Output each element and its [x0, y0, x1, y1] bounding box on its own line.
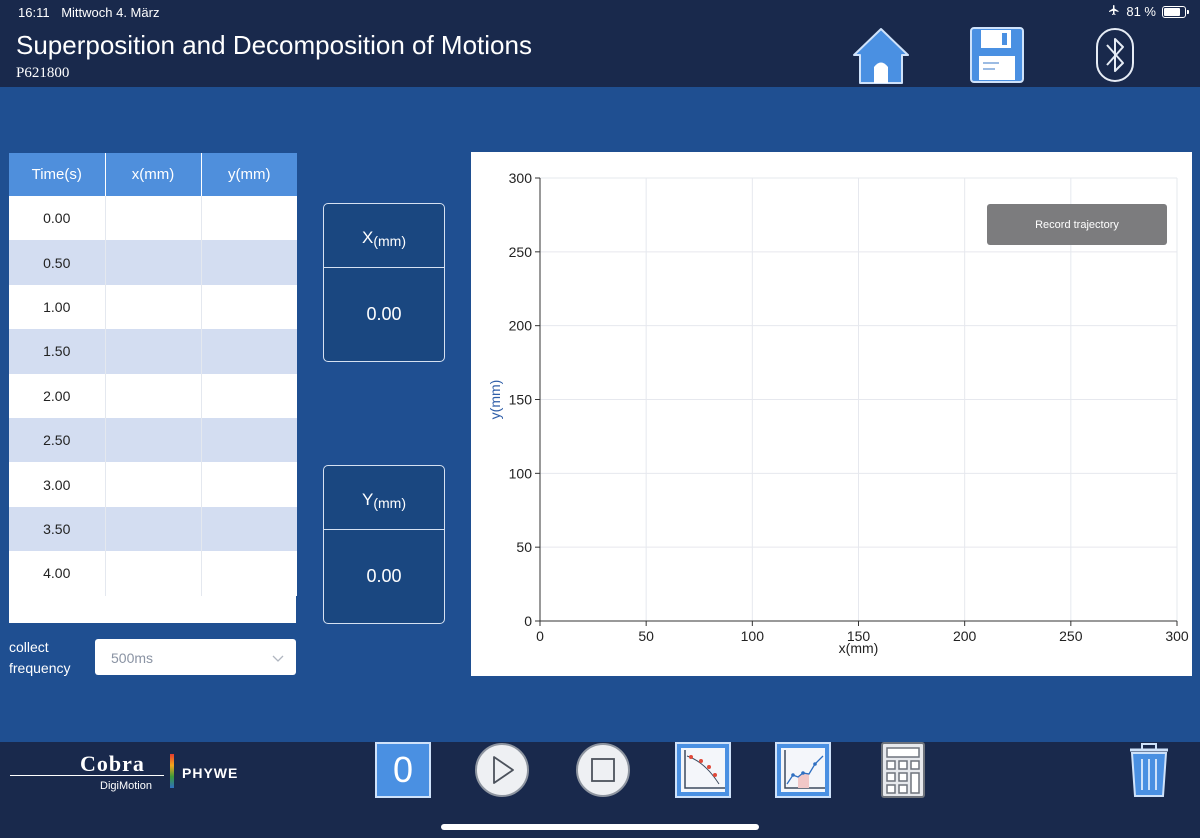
time-cell: 1.00 — [9, 284, 106, 330]
frequency-select[interactable]: 500ms — [95, 639, 296, 675]
play-icon — [475, 743, 529, 797]
y-cell — [201, 329, 297, 374]
y-cell — [201, 373, 297, 418]
x-cell — [105, 373, 202, 418]
calculator-icon — [881, 742, 925, 798]
x-value-label: X(mm) — [324, 204, 444, 268]
x-cell — [105, 462, 202, 507]
x-tick-label: 100 — [741, 628, 765, 644]
y-tick-label: 150 — [509, 392, 533, 408]
chevron-down-icon — [272, 650, 284, 666]
column-header-y: y(mm) — [201, 153, 297, 196]
area-graph-button[interactable] — [775, 742, 831, 798]
record-trajectory-button[interactable]: Record trajectory — [987, 204, 1167, 245]
table-row: 0.00 — [9, 196, 297, 241]
bluetooth-icon[interactable] — [1093, 24, 1137, 86]
x-cell — [105, 417, 202, 463]
y-tick-label: 0 — [524, 613, 532, 629]
play-button[interactable] — [474, 742, 530, 798]
area-graph-icon — [775, 742, 831, 798]
x-tick-label: 300 — [1165, 628, 1189, 644]
y-value-box: Y(mm) 0.00 — [323, 465, 445, 624]
x-value-box: X(mm) 0.00 — [323, 203, 445, 362]
time-cell: 0.50 — [9, 240, 106, 285]
home-icon[interactable] — [851, 24, 911, 86]
experiment-id: P621800 — [16, 65, 70, 81]
y-tick-label: 250 — [509, 244, 533, 260]
table-row: 2.00 — [9, 373, 297, 418]
y-tick-label: 200 — [509, 318, 533, 334]
stop-button[interactable] — [575, 742, 631, 798]
x-tick-label: 0 — [536, 628, 544, 644]
zero-button[interactable]: 0 — [375, 742, 431, 798]
measurement-table: Time(s) x(mm) y(mm) 0.00 0.50 1.00 1.50 2.00… — [9, 153, 297, 623]
stop-icon — [576, 743, 630, 797]
y-cell — [201, 240, 297, 285]
y-tick-label: 300 — [509, 170, 533, 186]
x-tick-label: 50 — [638, 628, 654, 644]
status-time: 16:11 — [18, 5, 50, 20]
time-cell: 1.50 — [9, 329, 106, 374]
battery-icon — [1162, 5, 1189, 18]
y-tick-label: 100 — [509, 465, 533, 481]
table-row: 1.50 — [9, 329, 297, 374]
x-tick-label: 250 — [1059, 628, 1083, 644]
y-cell — [201, 417, 297, 463]
y-value: 0.00 — [366, 566, 402, 586]
x-value: 0.00 — [366, 304, 402, 324]
time-cell: 2.50 — [9, 417, 106, 463]
status-bar: 16:11 Mittwoch 4. März 81 % — [0, 0, 1200, 24]
battery-percent: 81 % — [1126, 4, 1156, 19]
y-cell — [201, 462, 297, 507]
frequency-label: collect frequency — [9, 639, 71, 676]
y-cell — [201, 551, 297, 596]
table-header-row: Time(s) x(mm) y(mm) — [9, 153, 297, 196]
y-tick-label: 50 — [516, 539, 532, 555]
y-cell — [201, 506, 297, 552]
page-title: Superposition and Decomposition of Motio… — [16, 30, 532, 60]
table-row: 3.00 — [9, 462, 297, 507]
x-tick-label: 200 — [953, 628, 977, 644]
x-cell — [105, 329, 202, 374]
y-cell — [201, 284, 297, 330]
save-disk-icon[interactable] — [968, 24, 1026, 86]
y-axis-label: y(mm) — [487, 380, 503, 420]
table-row: 0.50 — [9, 240, 297, 285]
x-cell — [105, 284, 202, 330]
column-header-x: x(mm) — [105, 153, 202, 196]
table-row: 1.00 — [9, 284, 297, 330]
table-row: 3.50 — [9, 506, 297, 552]
time-cell: 3.50 — [9, 506, 106, 552]
y-value-label: Y(mm) — [324, 466, 444, 530]
time-cell: 2.00 — [9, 373, 106, 418]
table-row: 4.00 — [9, 551, 297, 596]
curve-graph-icon — [675, 742, 731, 798]
home-indicator[interactable] — [441, 824, 759, 830]
time-cell: 4.00 — [9, 551, 106, 596]
brand-logo: Cobra DigiMotion PHYWE — [10, 751, 260, 801]
airplane-icon — [1108, 4, 1120, 19]
status-date: Mittwoch 4. März — [61, 5, 160, 20]
app-header: Superposition and Decomposition of Motio… — [0, 24, 1200, 87]
calculator-button[interactable] — [875, 742, 931, 798]
x-axis-label: x(mm) — [839, 640, 879, 656]
frequency-value: 500ms — [111, 650, 154, 666]
footer-toolbar: Cobra DigiMotion PHYWE 0 — [0, 742, 1200, 838]
trajectory-chart: 0 50 100 150 200 250 300 0 50 100 150 200 250 300 x(mm… — [471, 152, 1192, 676]
column-header-time: Time(s) — [9, 153, 106, 196]
time-cell: 3.00 — [9, 462, 106, 507]
x-cell — [105, 240, 202, 285]
curve-graph-button[interactable] — [675, 742, 731, 798]
trash-icon — [1130, 743, 1168, 797]
y-cell — [201, 196, 297, 241]
x-cell — [105, 196, 202, 241]
trash-button[interactable] — [1121, 742, 1177, 798]
time-cell: 0.00 — [9, 196, 106, 241]
table-row: 2.50 — [9, 417, 297, 463]
x-cell — [105, 506, 202, 552]
x-cell — [105, 551, 202, 596]
